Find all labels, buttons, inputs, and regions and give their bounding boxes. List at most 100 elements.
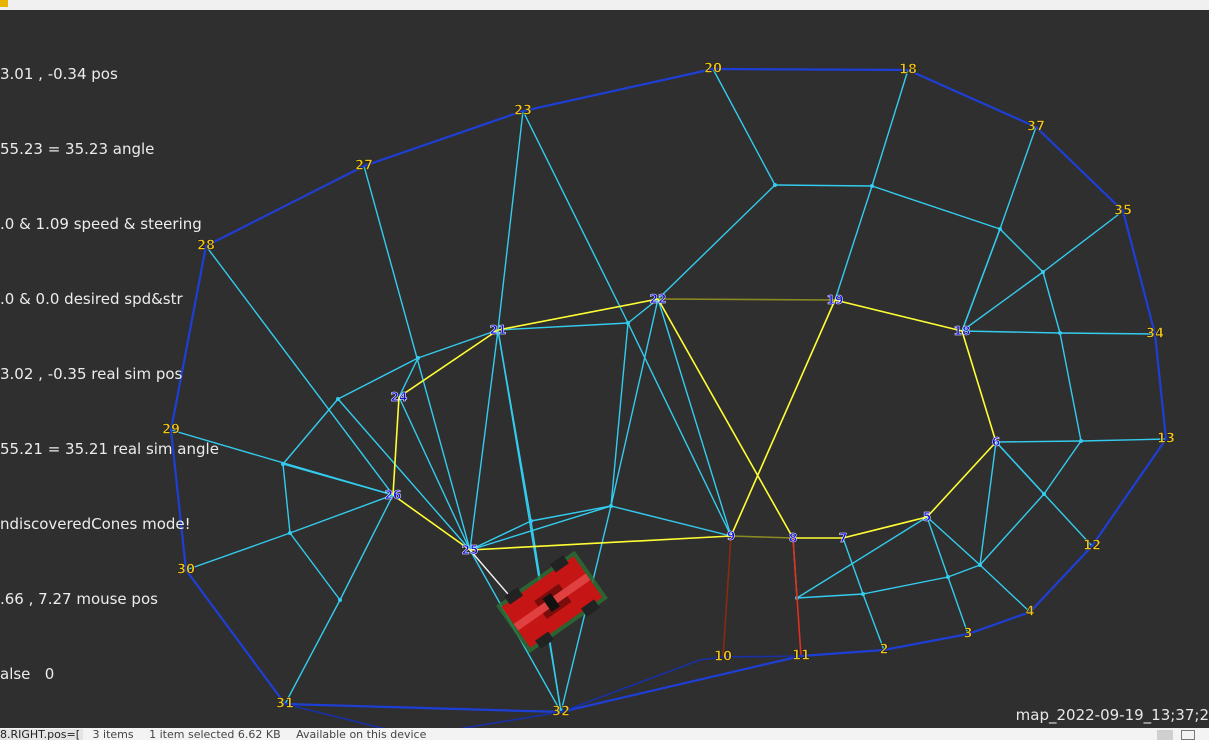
mesh-midpoint xyxy=(773,183,777,187)
mesh-midpoint xyxy=(946,575,950,579)
inner-edge-dim xyxy=(730,535,794,539)
mesh-edge xyxy=(282,398,339,465)
mesh-edge xyxy=(995,440,1082,443)
mesh-edge xyxy=(610,298,659,507)
debug-line-angle: 55.23 = 35.23 angle xyxy=(0,140,155,158)
cone-label-12: 12 xyxy=(1083,539,1101,554)
inner-boundary-edge xyxy=(657,298,794,539)
cone-label-26: 26 xyxy=(385,488,402,502)
mesh-edge xyxy=(417,329,499,359)
mesh-edge xyxy=(774,184,873,187)
debug-line-mode: ndiscoveredCones mode! xyxy=(0,515,191,533)
mesh-edge xyxy=(999,126,1037,230)
debug-line-real-angle: 55.21 = 35.21 real sim angle xyxy=(0,440,219,458)
mesh-edge xyxy=(871,69,909,187)
mesh-midpoint xyxy=(288,531,292,535)
cone-label-19: 19 xyxy=(827,293,844,307)
mesh-midpoint xyxy=(338,598,342,602)
cone-label-37: 37 xyxy=(1027,120,1045,135)
cone-label-22: 22 xyxy=(650,292,667,306)
cone-label-34: 34 xyxy=(1146,327,1164,342)
outer-boundary-branch xyxy=(284,703,391,731)
mesh-edge xyxy=(1080,438,1167,442)
cone-label-10: 10 xyxy=(714,650,732,665)
debug-line-real-pos: 3.02 , -0.35 real sim pos xyxy=(0,365,183,383)
mesh-edge xyxy=(337,398,471,551)
cone-label-24: 24 xyxy=(391,390,408,404)
debug-line-speed-steering: .0 & 1.09 speed & steering xyxy=(0,215,202,233)
status-code-text: 8.RIGHT.pos=[ xyxy=(0,729,84,740)
debug-line-mouse-pos: .66 , 7.27 mouse pos xyxy=(0,590,158,608)
inner-boundary-edge xyxy=(392,396,400,496)
cone-label-31: 31 xyxy=(276,697,294,712)
mesh-edge xyxy=(947,576,969,635)
mesh-edge xyxy=(657,184,776,300)
path-edge xyxy=(722,535,732,658)
mesh-edge xyxy=(282,463,394,496)
details-view-button[interactable] xyxy=(1157,730,1173,740)
debug-line-pos: 3.01 , -0.34 pos xyxy=(0,65,118,83)
inner-boundary-edge xyxy=(730,299,836,537)
inner-boundary-edge xyxy=(926,441,997,518)
cone-label-35: 35 xyxy=(1114,204,1132,219)
map-name-label: map_2022-09-19_13;37;2 xyxy=(1015,706,1209,724)
mesh-edge xyxy=(339,494,394,601)
mesh-edge xyxy=(796,593,864,599)
mesh-edge xyxy=(947,564,981,578)
cone-label-2: 2 xyxy=(879,643,888,658)
mesh-edge xyxy=(657,298,732,537)
mesh-edge xyxy=(712,68,776,186)
mesh-edge xyxy=(469,520,532,551)
race-car-icon xyxy=(496,550,608,654)
mesh-midpoint xyxy=(998,227,1002,231)
mesh-midpoint xyxy=(416,356,420,360)
mesh-edge xyxy=(1042,210,1124,273)
cone-label-5: 5 xyxy=(923,510,931,524)
mesh-edge xyxy=(497,110,524,331)
mesh-midpoint xyxy=(978,563,982,567)
tiles-view-button[interactable] xyxy=(1181,730,1195,740)
mesh-edge xyxy=(961,271,1044,332)
mesh-edge xyxy=(497,329,532,522)
inner-boundary-edge xyxy=(398,329,499,398)
cone-label-32: 32 xyxy=(552,705,570,720)
mesh-edge xyxy=(796,516,928,599)
mesh-edge xyxy=(469,329,499,551)
mesh-edge xyxy=(842,537,864,595)
inner-boundary-edge xyxy=(842,516,928,539)
mesh-midpoint xyxy=(281,462,285,466)
debug-line-flag: alse 0 xyxy=(0,665,55,683)
mesh-edge xyxy=(205,245,394,496)
mesh-edge xyxy=(999,228,1044,273)
mesh-edge xyxy=(961,228,1001,332)
cone-label-23: 23 xyxy=(514,104,532,119)
mesh-edge xyxy=(871,185,1001,230)
explorer-status-bar: 8.RIGHT.pos=[ 3 items 1 item selected 6.… xyxy=(0,728,1209,740)
debug-info-panel: 3.01 , -0.34 pos 55.23 = 35.23 angle .0 … xyxy=(0,12,219,712)
inner-boundary-edge xyxy=(961,330,997,443)
status-availability: Available on this device xyxy=(296,728,427,740)
cone-label-6: 6 xyxy=(992,435,1000,449)
mesh-midpoint xyxy=(336,397,340,401)
status-item-count: 3 items xyxy=(92,728,134,740)
mesh-midpoint xyxy=(1079,439,1083,443)
mesh-edge xyxy=(610,322,629,507)
cone-label-11: 11 xyxy=(792,649,810,664)
mesh-edge xyxy=(289,494,394,534)
mesh-edge xyxy=(834,185,873,301)
cone-label-9: 9 xyxy=(727,529,735,543)
mesh-edge xyxy=(1043,440,1082,495)
cone-label-13: 13 xyxy=(1157,432,1175,447)
mesh-edge xyxy=(1059,332,1156,335)
cone-label-8: 8 xyxy=(789,531,797,545)
mesh-edge xyxy=(289,532,341,601)
view-toggle-group xyxy=(1119,728,1209,740)
cone-label-18: 18 xyxy=(899,63,917,78)
cone-label-18: 18 xyxy=(954,324,971,338)
mesh-midpoint xyxy=(870,184,874,188)
mesh-midpoint xyxy=(529,519,533,523)
mesh-midpoint xyxy=(1041,270,1045,274)
outer-boundary xyxy=(169,67,1168,714)
mesh-edge xyxy=(979,441,997,566)
debug-line-desired: .0 & 0.0 desired spd&str xyxy=(0,290,183,308)
